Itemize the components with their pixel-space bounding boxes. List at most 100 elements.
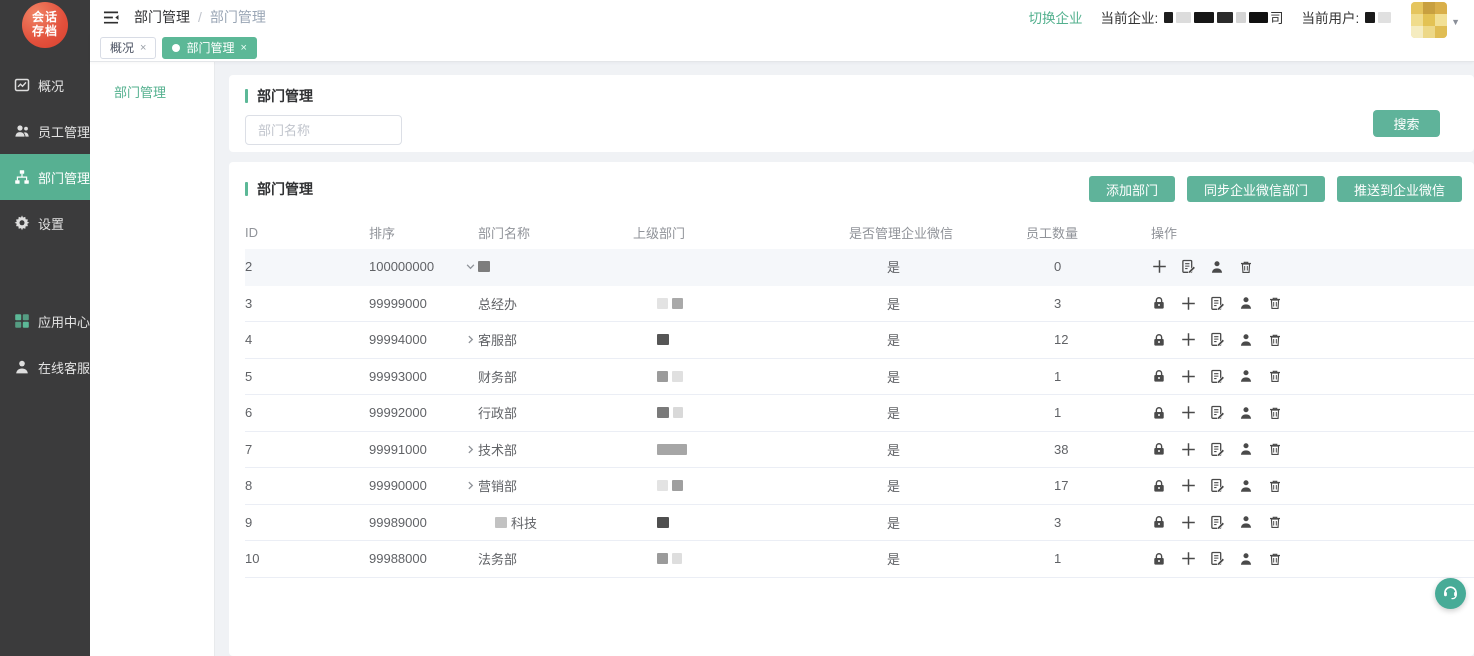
cell-managed: 是 <box>849 549 1026 568</box>
sidebar-spacer <box>0 246 90 298</box>
plus-icon[interactable] <box>1180 368 1196 384</box>
delete-icon[interactable] <box>1267 551 1283 567</box>
edit-icon[interactable] <box>1209 368 1225 384</box>
table-row: 7 99991000 技术部 是 38 <box>245 432 1474 469</box>
tree-caret-icon[interactable] <box>462 334 478 345</box>
sidebar-item-app-center[interactable]: 应用中心 <box>0 298 90 344</box>
sync-wechat-departments-button[interactable]: 同步企业微信部门 <box>1187 176 1325 202</box>
customer-service-button[interactable] <box>1435 578 1466 609</box>
avatar[interactable] <box>1411 2 1447 38</box>
edit-icon[interactable] <box>1209 441 1225 457</box>
delete-icon[interactable] <box>1267 295 1283 311</box>
department-name-input[interactable] <box>245 115 402 145</box>
title-accent-bar <box>245 89 248 103</box>
cell-sort: 99999000 <box>369 296 462 311</box>
plus-icon[interactable] <box>1180 551 1196 567</box>
delete-icon[interactable] <box>1267 478 1283 494</box>
delete-icon[interactable] <box>1267 405 1283 421</box>
delete-icon[interactable] <box>1267 332 1283 348</box>
search-panel-title: 部门管理 <box>245 86 1458 106</box>
secondary-sidebar: 部门管理 <box>90 62 215 656</box>
cell-name: 科技 <box>462 513 633 532</box>
subnav-item-departments[interactable]: 部门管理 <box>90 82 214 101</box>
lock-icon[interactable] <box>1151 441 1167 457</box>
tab-overview[interactable]: 概况 × <box>100 37 156 59</box>
edit-icon[interactable] <box>1180 259 1196 275</box>
lock-icon[interactable] <box>1151 405 1167 421</box>
user-dropdown-caret-icon[interactable]: ▼ <box>1451 17 1460 27</box>
department-name: 技术部 <box>478 440 517 459</box>
delete-icon[interactable] <box>1267 368 1283 384</box>
edit-icon[interactable] <box>1209 295 1225 311</box>
sidebar-item-label: 员工管理 <box>38 122 90 141</box>
tab-departments[interactable]: 部门管理 × <box>162 37 256 59</box>
sidebar-item-online-support[interactable]: 在线客服 <box>0 344 90 390</box>
delete-icon[interactable] <box>1238 259 1254 275</box>
sidebar-item-settings[interactable]: 设置 <box>0 200 90 246</box>
plus-icon[interactable] <box>1180 478 1196 494</box>
table-header-row: ID 排序 部门名称 上级部门 是否管理企业微信 员工数量 操作 <box>245 215 1474 249</box>
edit-icon[interactable] <box>1209 405 1225 421</box>
edit-icon[interactable] <box>1209 514 1225 530</box>
cell-id: 3 <box>245 296 369 311</box>
user-icon[interactable] <box>1238 551 1254 567</box>
lock-icon[interactable] <box>1151 332 1167 348</box>
tree-caret-icon[interactable] <box>462 261 478 272</box>
sidebar-fold-icon[interactable] <box>102 9 120 25</box>
user-icon[interactable] <box>1238 332 1254 348</box>
sidebar-item-departments[interactable]: 部门管理 <box>0 154 90 200</box>
user-icon[interactable] <box>1238 295 1254 311</box>
logo-area: 会话 存档 <box>0 0 90 62</box>
breadcrumb-parent[interactable]: 部门管理 <box>134 7 190 27</box>
col-count: 员工数量 <box>1026 223 1151 242</box>
user-icon[interactable] <box>1238 368 1254 384</box>
content-area: 部门管理 搜索 部门管理 添加部门 同步企业微信部门 <box>215 62 1474 656</box>
tab-close-icon[interactable]: × <box>140 42 146 54</box>
lock-icon[interactable] <box>1151 295 1167 311</box>
push-to-wechat-button[interactable]: 推送到企业微信 <box>1337 176 1462 202</box>
edit-icon[interactable] <box>1209 478 1225 494</box>
sidebar-item-employees[interactable]: 员工管理 <box>0 108 90 154</box>
plus-icon[interactable] <box>1151 259 1167 275</box>
delete-icon[interactable] <box>1267 441 1283 457</box>
cell-name: 客服部 <box>462 330 633 349</box>
current-company: 当前企业: 司 <box>1101 7 1284 27</box>
user-icon[interactable] <box>1238 441 1254 457</box>
current-user-label: 当前用户: <box>1302 11 1360 26</box>
lock-icon[interactable] <box>1151 551 1167 567</box>
add-department-button[interactable]: 添加部门 <box>1089 176 1175 202</box>
cell-name <box>462 261 633 272</box>
user-icon[interactable] <box>1209 259 1225 275</box>
lock-icon[interactable] <box>1151 514 1167 530</box>
plus-icon[interactable] <box>1180 514 1196 530</box>
active-tab-dot-icon <box>172 44 180 52</box>
plus-icon[interactable] <box>1180 295 1196 311</box>
search-button[interactable]: 搜索 <box>1373 110 1440 137</box>
edit-icon[interactable] <box>1209 332 1225 348</box>
cell-operations <box>1151 295 1474 311</box>
plus-icon[interactable] <box>1180 405 1196 421</box>
lock-icon[interactable] <box>1151 478 1167 494</box>
lock-icon[interactable] <box>1151 368 1167 384</box>
user-icon[interactable] <box>1238 514 1254 530</box>
cell-name: 行政部 <box>462 403 633 422</box>
cell-managed: 是 <box>849 476 1026 495</box>
edit-icon[interactable] <box>1209 551 1225 567</box>
cell-employee-count: 1 <box>1026 551 1151 566</box>
cell-sort: 99988000 <box>369 551 462 566</box>
department-name: 法务部 <box>478 549 517 568</box>
cell-parent-department <box>633 371 849 382</box>
cell-id: 4 <box>245 332 369 347</box>
cell-sort: 99989000 <box>369 515 462 530</box>
user-icon[interactable] <box>1238 478 1254 494</box>
user-icon[interactable] <box>1238 405 1254 421</box>
tab-close-icon[interactable]: × <box>240 42 246 54</box>
switch-company-link[interactable]: 切换企业 <box>1029 7 1083 27</box>
plus-icon[interactable] <box>1180 441 1196 457</box>
delete-icon[interactable] <box>1267 514 1283 530</box>
plus-icon[interactable] <box>1180 332 1196 348</box>
sidebar-item-overview[interactable]: 概况 <box>0 62 90 108</box>
tree-caret-icon[interactable] <box>462 444 478 455</box>
tree-caret-icon[interactable] <box>462 480 478 491</box>
department-name: 行政部 <box>478 403 517 422</box>
